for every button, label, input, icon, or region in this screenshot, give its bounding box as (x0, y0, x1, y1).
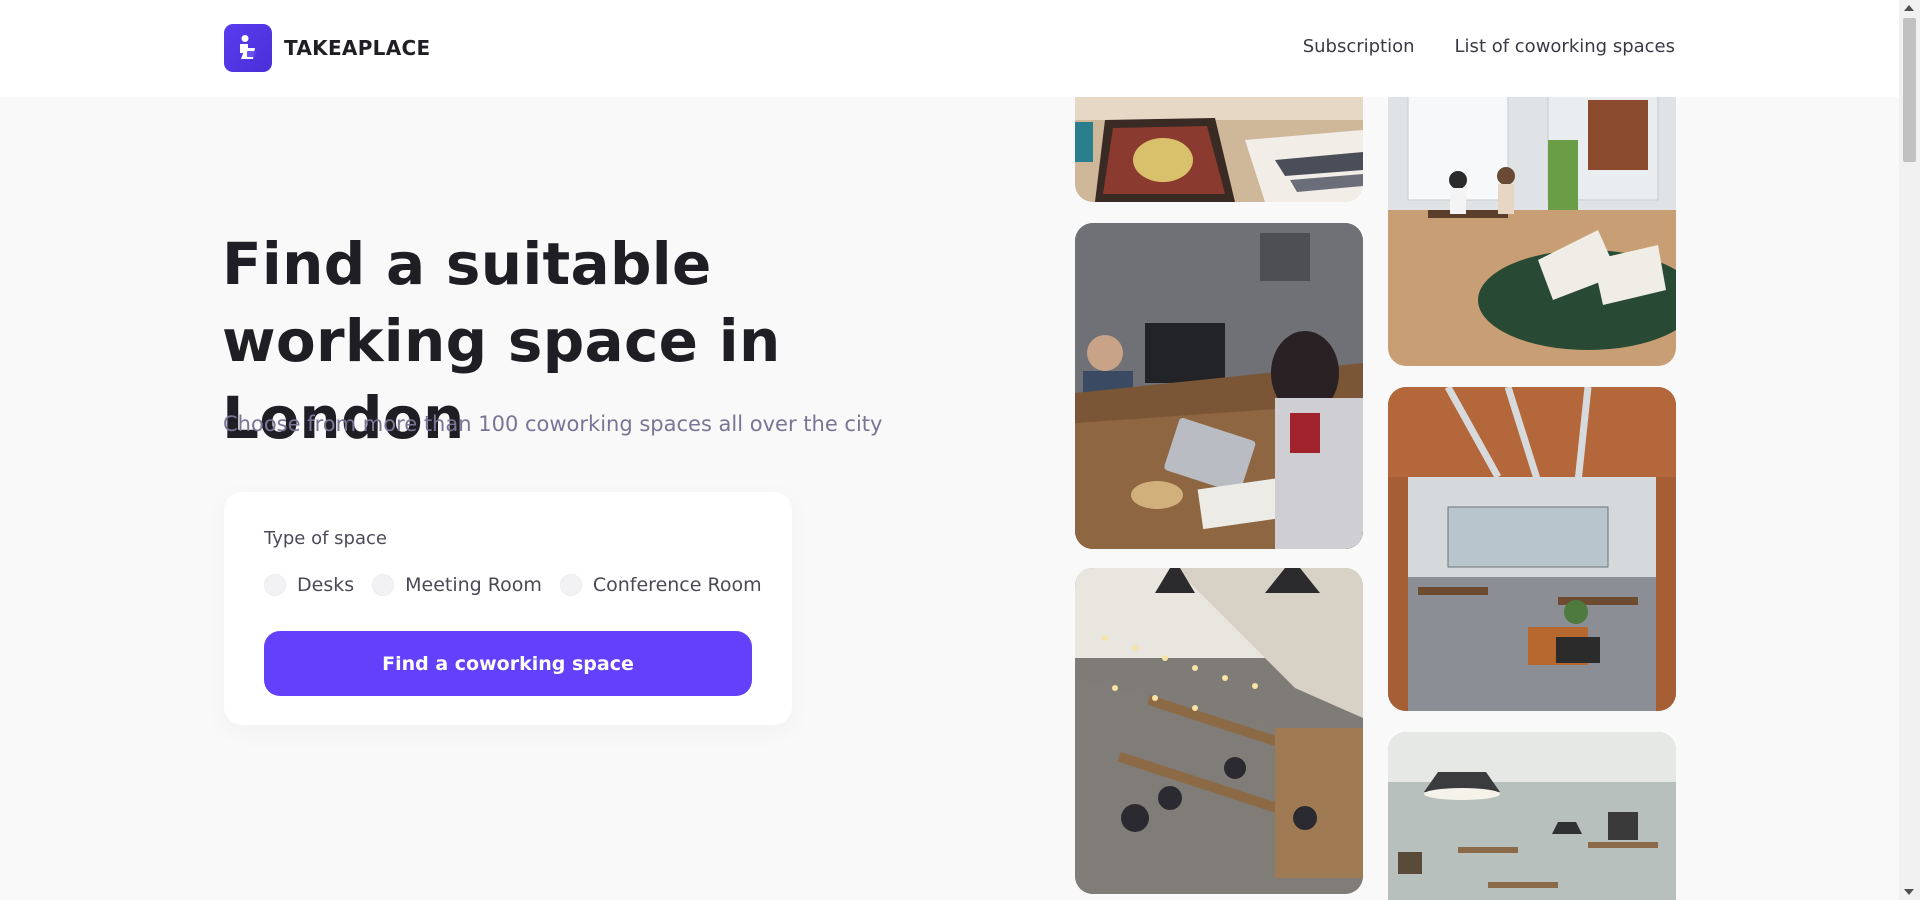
radio-desks-label: Desks (297, 574, 355, 596)
radio-circle[interactable] (559, 574, 582, 596)
space-type-options: Desks Meeting Room Conference Room (264, 574, 780, 596)
radio-circle[interactable] (264, 574, 286, 596)
person-at-laptop-icon (224, 24, 272, 72)
find-coworking-button[interactable]: Find a coworking space (264, 631, 752, 696)
main-nav: Subscription List of coworking spaces (1303, 36, 1675, 57)
vertical-scrollbar[interactable] (1899, 0, 1920, 900)
hero-subtitle: Choose from more than 100 coworking spac… (223, 412, 883, 436)
radio-meeting-room[interactable]: Meeting Room (372, 574, 542, 596)
photo-coworking-lounge-green-rug (1388, 60, 1676, 366)
radio-conference-room-label: Conference Room (592, 574, 762, 596)
photo-basecamp-coworking-desk (1075, 223, 1363, 549)
page: TAKEAPLACE Subscription List of coworkin… (0, 0, 1920, 900)
space-type-label: Type of space (264, 528, 387, 549)
scroll-down-arrow-icon[interactable] (1904, 889, 1914, 895)
photo-coworking-hall-string-lights (1075, 568, 1363, 894)
radio-conference-room[interactable]: Conference Room (559, 574, 762, 596)
nav-subscription-link[interactable]: Subscription (1303, 36, 1415, 57)
photo-open-office-wooden-ceiling (1388, 387, 1676, 711)
photo-coworking-room-pendant-lamps (1388, 732, 1676, 900)
search-card: Type of space Desks Meeting Room Confere… (224, 492, 792, 725)
radio-desks[interactable]: Desks (264, 574, 354, 596)
logo[interactable]: TAKEAPLACE (224, 24, 430, 72)
site-header: TAKEAPLACE Subscription List of coworkin… (0, 0, 1899, 97)
scrollbar-thumb[interactable] (1903, 18, 1916, 162)
brand-name: TAKEAPLACE (284, 36, 431, 60)
scroll-up-arrow-icon[interactable] (1904, 5, 1914, 11)
radio-circle[interactable] (372, 574, 395, 596)
radio-meeting-room-label: Meeting Room (405, 574, 542, 596)
nav-coworking-list-link[interactable]: List of coworking spaces (1455, 36, 1675, 57)
